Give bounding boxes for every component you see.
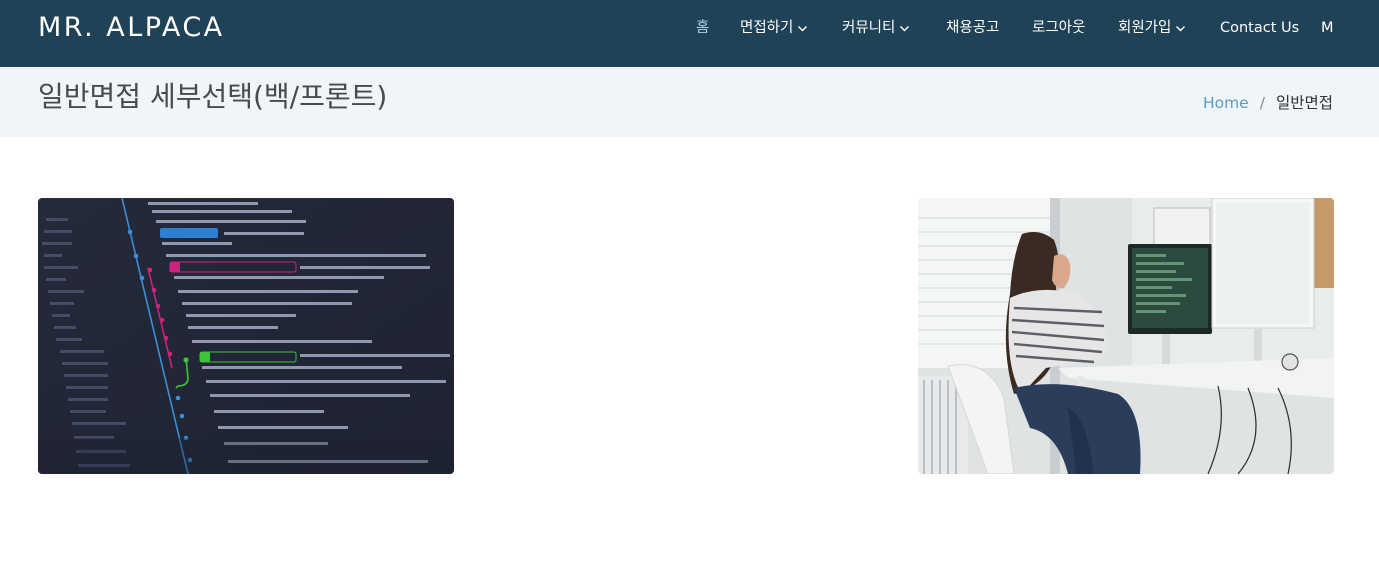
woman-at-desk-computer-image	[918, 198, 1334, 474]
nav-item-m[interactable]: M	[1321, 17, 1334, 39]
nav-item-label: 면접하기	[740, 20, 794, 36]
nav-item-jobs[interactable]: 채용공고	[946, 17, 999, 39]
nav-item-label: M	[1321, 20, 1334, 36]
nav-item-label: Contact Us	[1220, 20, 1300, 36]
nav-item-community[interactable]: 커뮤니티	[842, 17, 910, 39]
nav-item-contact[interactable]: Contact Us	[1220, 17, 1299, 39]
breadcrumb-separator: /	[1259, 94, 1265, 112]
frontend-option-card[interactable]	[918, 198, 1334, 474]
nav-item-label: 로그아웃	[1032, 20, 1086, 36]
nav-item-label: 홈	[696, 20, 710, 36]
main-nav: 홈 면접하기 커뮤니티 채용공고 로그아웃 회원가입 Contact Us M	[0, 0, 1379, 67]
nav-item-home[interactable]: 홈	[696, 17, 709, 39]
breadcrumb: Home / 일반면접	[1203, 92, 1333, 114]
backend-option-card[interactable]	[38, 198, 454, 474]
chevron-down-icon	[899, 23, 910, 34]
nav-item-interview[interactable]: 면접하기	[740, 17, 808, 39]
top-navbar: MR. ALPACA 홈 면접하기 커뮤니티 채용공고 로그아웃 회원가입 Co…	[0, 0, 1379, 67]
code-git-log-image	[38, 198, 454, 474]
nav-item-label: 커뮤니티	[842, 20, 896, 36]
chevron-down-icon	[797, 23, 808, 34]
breadcrumb-home-link[interactable]: Home	[1203, 92, 1249, 114]
nav-item-label: 채용공고	[946, 20, 1000, 36]
nav-item-logout[interactable]: 로그아웃	[1032, 17, 1085, 39]
page-title-bar: 일반면접 세부선택(백/프론트) Home / 일반면접	[0, 67, 1379, 137]
page-title: 일반면접 세부선택(백/프론트)	[38, 80, 388, 113]
chevron-down-icon	[1175, 23, 1186, 34]
nav-item-label: 회원가입	[1118, 20, 1172, 36]
breadcrumb-current: 일반면접	[1275, 94, 1333, 112]
nav-item-signup[interactable]: 회원가입	[1118, 17, 1186, 39]
